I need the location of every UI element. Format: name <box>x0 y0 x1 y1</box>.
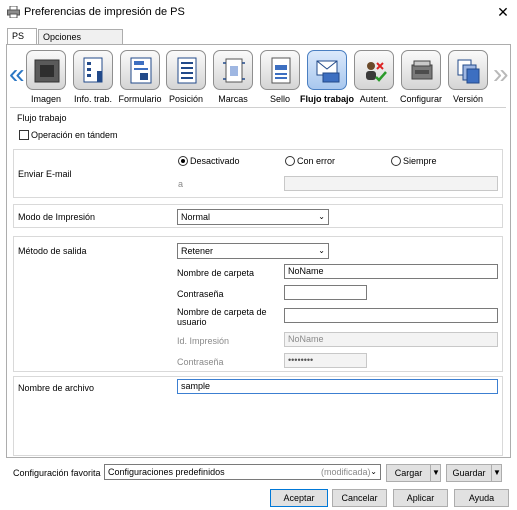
tab-advanced-options[interactable]: Opciones avanzadas <box>38 29 123 57</box>
close-icon[interactable]: ✕ <box>493 2 513 22</box>
toolbar-divider <box>10 107 506 108</box>
email-to-label: a <box>178 179 184 189</box>
ok-button[interactable]: Aceptar <box>270 489 328 507</box>
authentication-icon <box>366 62 387 82</box>
scroll-right-icon[interactable]: » <box>493 60 509 88</box>
save-dropdown-icon[interactable]: ▼ <box>491 465 502 481</box>
save-button-label: Guardar <box>452 468 486 478</box>
email-label: Enviar E-mail <box>18 169 72 179</box>
print-id-label: Id. Impresión <box>177 336 230 346</box>
user-folder-label: Nombre de carpeta de usuario <box>177 307 277 327</box>
toolbar-label-version: Versión <box>452 94 484 104</box>
chevron-down-icon: ⌄ <box>318 212 325 221</box>
toolbar-stamp-button[interactable] <box>260 50 300 90</box>
tandem-label: Operación en tándem <box>31 130 118 140</box>
print-id-input[interactable]: NoName <box>284 332 498 347</box>
print-mode-value: Normal <box>181 212 211 222</box>
configure-icon <box>411 60 433 80</box>
toolbar-marks-button[interactable] <box>213 50 253 90</box>
save-button[interactable]: Guardar ▼ <box>446 464 502 482</box>
printer-icon <box>7 6 20 18</box>
toolbar-configure-button[interactable] <box>401 50 441 90</box>
job-info-icon <box>83 57 103 83</box>
form-icon <box>130 57 152 84</box>
print-mode-select[interactable]: Normal ⌄ <box>177 209 329 225</box>
filename-input[interactable]: sample <box>177 379 498 394</box>
section-title: Flujo trabajo <box>17 113 67 123</box>
toolbar-form-button[interactable] <box>120 50 160 90</box>
email-radio-off[interactable] <box>178 156 188 166</box>
toolbar-image-button[interactable] <box>26 50 66 90</box>
scroll-left-icon[interactable]: « <box>9 60 25 88</box>
marks-icon <box>223 58 245 83</box>
help-button[interactable]: Ayuda <box>454 489 509 507</box>
toolbar-job-info-button[interactable] <box>73 50 113 90</box>
version-icon <box>457 59 480 84</box>
workflow-icon <box>316 60 340 83</box>
folder-name-input[interactable]: NoName <box>284 264 498 279</box>
password-label: Contraseña <box>177 289 224 299</box>
apply-button[interactable]: Aplicar <box>393 489 448 507</box>
password-input[interactable] <box>284 285 367 300</box>
email-option-always: Siempre <box>403 156 437 166</box>
print-password-input[interactable]: •••••••• <box>284 353 367 368</box>
filename-label: Nombre de archivo <box>18 383 95 393</box>
load-dropdown-icon[interactable]: ▼ <box>430 465 441 481</box>
window-title: Preferencias de impresión de PS <box>24 6 185 18</box>
tab-ps[interactable]: PS <box>7 28 37 45</box>
tandem-checkbox[interactable] <box>19 130 29 140</box>
toolbar-version-button[interactable] <box>448 50 488 90</box>
load-button[interactable]: Cargar ▼ <box>386 464 441 482</box>
email-radio-error[interactable] <box>285 156 295 166</box>
position-icon <box>177 57 197 84</box>
favorites-label: Configuración favorita <box>13 468 101 478</box>
load-button-label: Cargar <box>394 468 423 478</box>
email-option-error: Con error <box>297 156 336 166</box>
output-method-label: Método de salida <box>18 246 87 256</box>
output-method-select[interactable]: Retener ⌄ <box>177 243 329 259</box>
toolbar-position-button[interactable] <box>166 50 206 90</box>
user-folder-input[interactable] <box>284 308 498 323</box>
print-mode-label: Modo de Impresión <box>18 212 96 222</box>
chevron-down-icon: ⌄ <box>370 467 377 476</box>
folder-name-label: Nombre de carpeta <box>177 268 255 278</box>
print-password-label: Contraseña <box>177 357 224 367</box>
email-radio-always[interactable] <box>391 156 401 166</box>
favorites-select[interactable]: Configuraciones predefinidos (modificada… <box>104 464 381 480</box>
email-to-input[interactable] <box>284 176 498 191</box>
toolbar-authentication-button[interactable] <box>354 50 394 90</box>
chevron-down-icon: ⌄ <box>318 246 325 255</box>
cancel-button[interactable]: Cancelar <box>332 489 387 507</box>
image-icon <box>34 59 60 83</box>
user-folder-label-text: Nombre de carpeta de usuario <box>177 307 267 327</box>
stamp-icon <box>271 57 291 84</box>
favorites-modified: (modificada) <box>321 467 371 477</box>
toolbar-workflow-button[interactable] <box>307 50 347 90</box>
favorites-value: Configuraciones predefinidos <box>108 467 225 477</box>
output-method-value: Retener <box>181 246 214 256</box>
email-option-off: Desactivado <box>190 156 240 166</box>
